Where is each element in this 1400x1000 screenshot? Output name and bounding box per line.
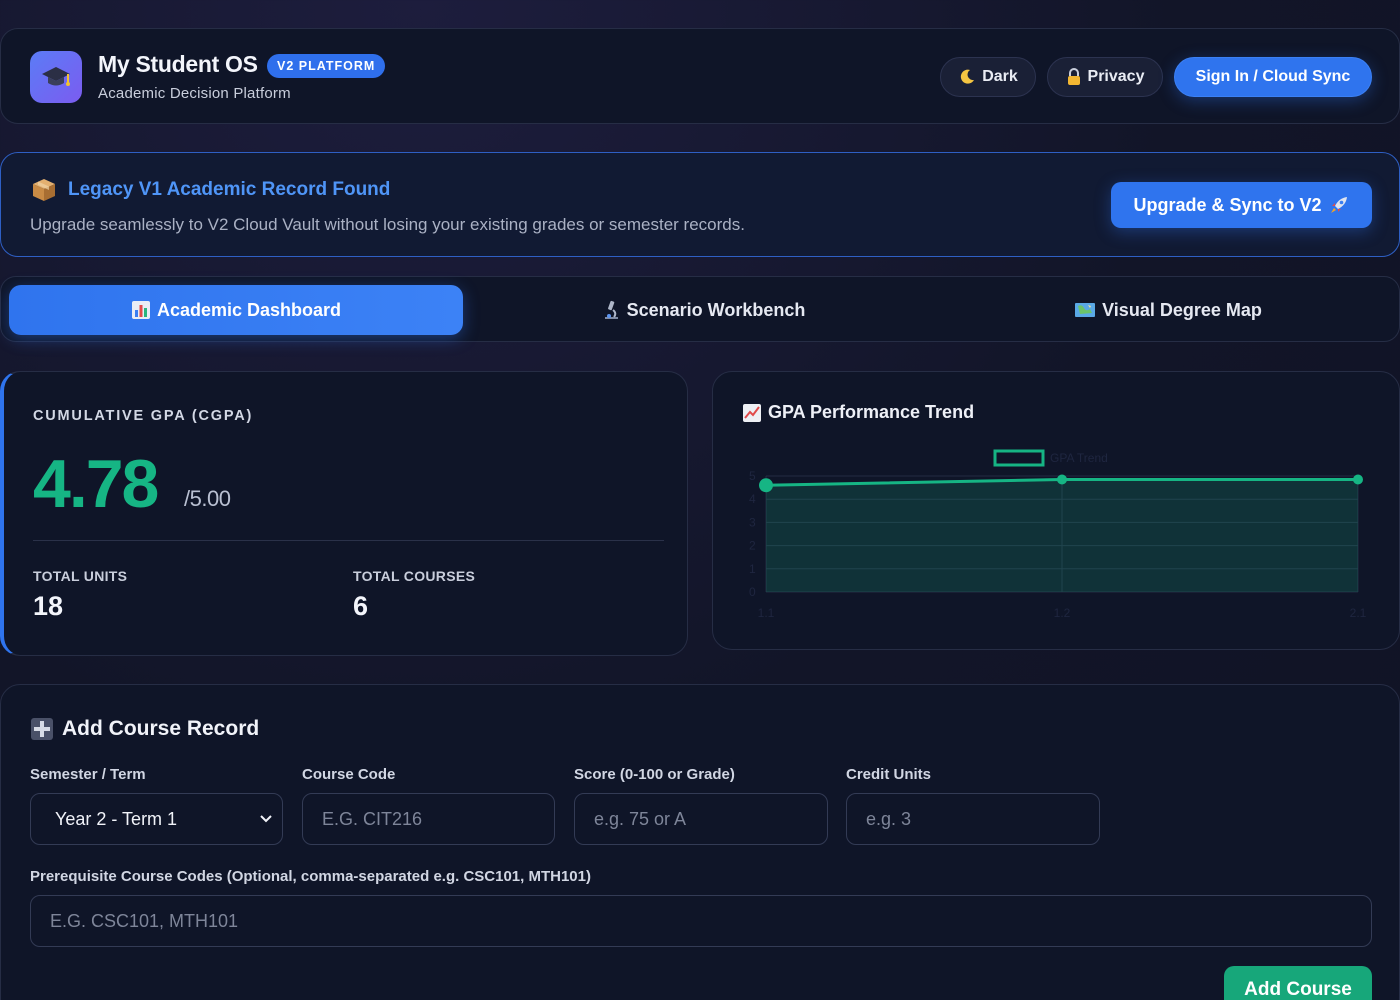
tab-academic-dashboard[interactable]: Academic Dashboard	[9, 285, 463, 335]
credit-units-placeholder: e.g. 3	[866, 808, 912, 829]
cgpa-max: /5.00	[184, 486, 231, 511]
chevron-down-icon	[260, 815, 272, 823]
lock-icon	[1067, 68, 1080, 85]
x-tick-label: 1.1	[758, 606, 775, 620]
add-course-button[interactable]: Add Course	[1224, 966, 1372, 1000]
privacy-label: Privacy	[1087, 68, 1145, 85]
y-tick-label: 3	[749, 515, 756, 529]
gpa-trend-card: GPA Performance Trend 0 1 2 3 4 5 1.1 1.2 2.1 GPA…	[712, 371, 1400, 650]
y-tick-label: 5	[749, 469, 756, 483]
banner-description: Upgrade seamlessly to V2 Cloud Vault wit…	[30, 215, 745, 234]
form-title: Add Course Record	[62, 717, 260, 740]
x-tick-label: 1.2	[1054, 606, 1071, 620]
course-code-label: Course Code	[302, 766, 396, 783]
sign-in-button[interactable]: Sign In / Cloud Sync	[1174, 57, 1372, 97]
tab-label: Scenario Workbench	[626, 299, 806, 320]
upgrade-sync-label: Upgrade & Sync to V2	[1133, 194, 1322, 215]
cgpa-value: 4.78	[33, 446, 159, 522]
microscope-icon	[604, 300, 618, 319]
dark-mode-label: Dark	[982, 68, 1018, 85]
total-courses-value: 6	[353, 591, 369, 621]
data-point	[1057, 474, 1067, 485]
plus-icon	[31, 718, 53, 740]
semester-value: Year 2 - Term 1	[55, 808, 178, 829]
tab-scenario-workbench[interactable]: Scenario Workbench	[476, 285, 930, 335]
rocket-icon	[1330, 197, 1347, 213]
x-tick-label: 2.1	[1350, 606, 1367, 620]
total-courses-label: TOTAL COURSES	[353, 568, 476, 584]
legend-swatch	[993, 449, 1045, 467]
version-badge: V2 PLATFORM	[267, 54, 386, 78]
package-icon	[33, 179, 55, 201]
score-label: Score (0-100 or Grade)	[574, 766, 735, 783]
privacy-button[interactable]: Privacy	[1047, 57, 1163, 97]
legend-label: GPA Trend	[1050, 451, 1108, 465]
y-tick-label: 2	[749, 539, 756, 553]
credit-units-input[interactable]: e.g. 3	[846, 793, 1100, 845]
tab-label: Visual Degree Map	[1102, 299, 1262, 320]
graduation-cap-icon	[30, 51, 82, 103]
semester-label: Semester / Term	[30, 766, 146, 783]
cgpa-summary-card: CUMULATIVE GPA (CGPA) 4.78 /5.00 TOTAL U…	[0, 371, 688, 656]
y-tick-label: 4	[749, 492, 756, 506]
divider	[33, 540, 664, 541]
main-tabs: Academic Dashboard Scenario Workbench Vi…	[0, 276, 1400, 342]
total-units-label: TOTAL UNITS	[33, 568, 128, 584]
banner-title: Legacy V1 Academic Record Found	[68, 179, 391, 200]
moon-icon	[961, 69, 975, 84]
tab-label: Academic Dashboard	[156, 299, 342, 320]
course-code-input[interactable]: E.G. CIT216	[302, 793, 555, 845]
prerequisite-input[interactable]: E.G. CSC101, MTH101	[30, 895, 1372, 947]
y-tick-label: 1	[749, 562, 756, 576]
data-point	[1353, 474, 1363, 485]
semester-select[interactable]: Year 2 - Term 1	[30, 793, 283, 845]
series-area	[766, 479, 1358, 592]
app-header: My Student OS V2 PLATFORM Academic Decis…	[0, 28, 1400, 124]
score-placeholder: e.g. 75 or A	[594, 808, 687, 829]
upgrade-sync-button[interactable]: Upgrade & Sync to V2	[1111, 182, 1372, 228]
prerequisite-placeholder: E.G. CSC101, MTH101	[50, 910, 239, 931]
data-point	[759, 478, 773, 493]
credit-units-label: Credit Units	[846, 766, 932, 783]
app-title: My Student OS	[98, 51, 258, 77]
tab-visual-degree-map[interactable]: Visual Degree Map	[941, 285, 1395, 335]
legacy-record-banner: Legacy V1 Academic Record Found Upgrade …	[0, 152, 1400, 257]
app-subtitle: Academic Decision Platform	[98, 85, 291, 102]
dark-mode-button[interactable]: Dark	[940, 57, 1036, 97]
y-tick-label: 0	[749, 585, 756, 599]
bar-chart-icon	[131, 301, 150, 319]
score-input[interactable]: e.g. 75 or A	[574, 793, 828, 845]
add-course-form: Add Course Record Semester / Term Year 2…	[0, 684, 1400, 1000]
prerequisite-label: Prerequisite Course Codes (Optional, com…	[30, 868, 591, 885]
form-title-row: Add Course Record	[30, 717, 259, 741]
total-units-value: 18	[33, 591, 64, 621]
course-code-placeholder: E.G. CIT216	[322, 808, 423, 829]
gpa-trend-chart: 0 1 2 3 4 5 1.1 1.2 2.1 GPA Trend	[749, 449, 1367, 620]
cgpa-label: CUMULATIVE GPA (CGPA)	[33, 408, 254, 424]
map-icon	[1075, 303, 1096, 317]
